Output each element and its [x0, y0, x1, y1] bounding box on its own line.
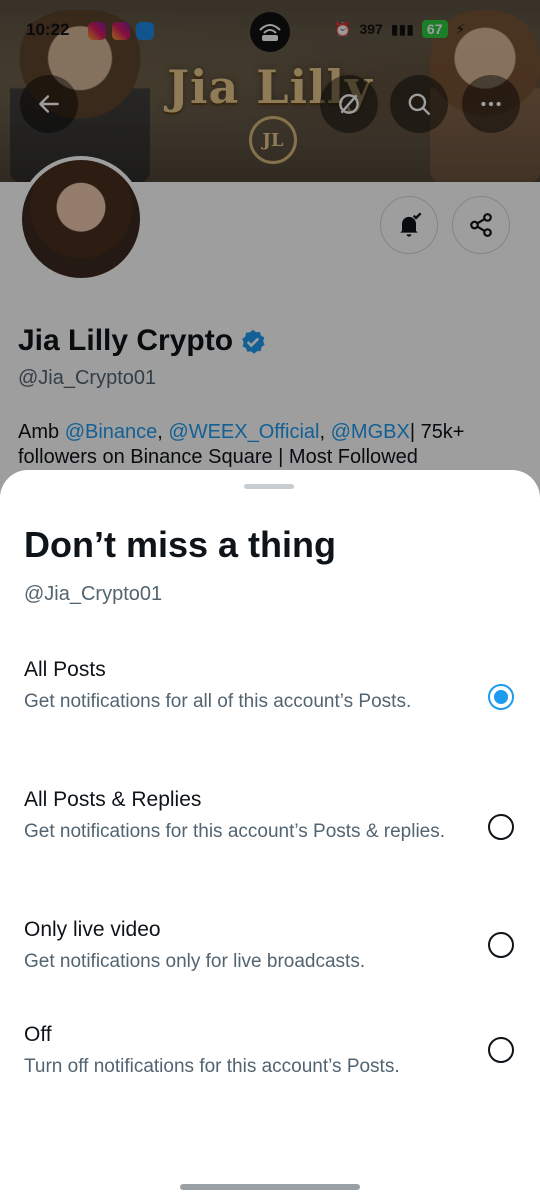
sheet-title: Don’t miss a thing [24, 524, 337, 565]
home-indicator[interactable] [180, 1184, 360, 1190]
notification-bottom-sheet: Don’t miss a thing @Jia_Crypto01 All Pos… [0, 470, 540, 1200]
option-description: Get notifications only for live broadcas… [24, 951, 366, 972]
option-title: All Posts & Replies [24, 788, 202, 811]
radio-only-live-video[interactable] [488, 932, 514, 958]
radio-all-posts[interactable] [488, 684, 514, 710]
option-only-live-video[interactable]: Only live video Get notifications only f… [24, 918, 524, 974]
radio-off[interactable] [488, 1037, 514, 1063]
option-description: Get notifications for all of this accoun… [24, 691, 412, 712]
sheet-drag-handle[interactable] [244, 484, 294, 489]
sheet-handle: @Jia_Crypto01 [24, 583, 163, 605]
option-all-posts-replies[interactable]: All Posts & Replies Get notifications fo… [24, 788, 524, 844]
radio-all-posts-replies[interactable] [488, 814, 514, 840]
option-off[interactable]: Off Turn off notifications for this acco… [24, 1023, 524, 1079]
option-description: Get notifications for this account’s Pos… [24, 821, 446, 842]
option-title: Only live video [24, 918, 161, 941]
option-all-posts[interactable]: All Posts Get notifications for all of t… [24, 658, 524, 714]
option-title: Off [24, 1023, 52, 1046]
option-title: All Posts [24, 658, 106, 681]
option-description: Turn off notifications for this account’… [24, 1056, 400, 1077]
